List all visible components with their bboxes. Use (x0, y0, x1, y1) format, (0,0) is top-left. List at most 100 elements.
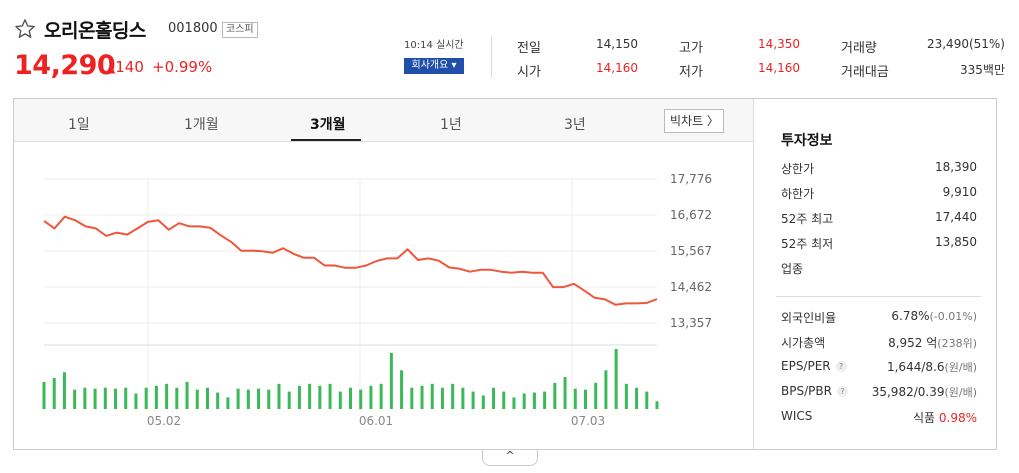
y-tick-label: 17,776 (670, 172, 712, 186)
volume-bar (471, 391, 475, 409)
y-tick-label: 14,462 (670, 280, 712, 294)
active-tab-underline (291, 139, 361, 141)
low-label: 저가 (679, 65, 703, 80)
volume-bar (103, 387, 107, 409)
volume-bar (154, 385, 158, 409)
investment-info: 투자정보 상한가 18,390 하한가 9,910 52주 최고 17,440 … (753, 99, 996, 449)
upper-limit-label: 상한가 (781, 162, 815, 176)
volume-bar (42, 381, 46, 409)
foreign-ratio: 6.78% (891, 309, 930, 323)
trade-amount-value: 335백만 (960, 63, 1005, 77)
volume-bar (52, 378, 56, 409)
wics-sector: 식품 (912, 411, 936, 425)
volume-bar (594, 382, 598, 409)
stock-header: 오리온홀딩스 001800 코스피 14,290 ▲140 +0.99% 10:… (0, 0, 1019, 95)
volume-bar (440, 387, 444, 409)
volume-bar (573, 388, 577, 409)
y-tick-label: 13,357 (670, 316, 712, 330)
bps-pbr: 35,982/0.39 (871, 385, 945, 399)
volume-bar (645, 391, 649, 409)
volume-bar (389, 352, 393, 409)
prev-close-label: 전일 (517, 41, 541, 56)
volume-bar (430, 383, 434, 409)
help-icon[interactable]: ? (835, 361, 847, 372)
high-value: 14,350 (758, 37, 800, 51)
volume-bar (267, 389, 271, 409)
volume-bar (277, 383, 281, 409)
price-line (43, 215, 658, 306)
high-label: 고가 (679, 41, 703, 56)
lower-limit-label: 하한가 (781, 187, 815, 201)
collapse-button[interactable]: ^ (482, 450, 538, 466)
company-overview-button[interactable]: 회사개요 ▾ (404, 58, 464, 74)
volume-bar (410, 387, 414, 409)
volume-bar (624, 383, 628, 409)
volume-bar (62, 372, 66, 409)
realtime-label: 10:14 실시간 (404, 40, 464, 51)
bps-pbr-unit: (원/배) (944, 386, 977, 399)
volume-bar (655, 401, 659, 409)
tab-1m[interactable]: 1개월 (184, 114, 219, 134)
volume-bar (134, 393, 138, 409)
open-value: 14,160 (596, 61, 638, 75)
current-price: 14,290 (14, 50, 116, 81)
market-badge: 코스피 (222, 22, 258, 38)
y-tick-label: 15,567 (670, 244, 712, 258)
volume-bar (165, 383, 169, 409)
volume-bar (522, 393, 526, 409)
period-tabs: 1일 1개월 3개월 1년 3년 빅차트 〉 (14, 99, 753, 142)
eps-per: 1,644/8.6 (886, 360, 945, 374)
trade-amount-label: 거래대금 (841, 65, 889, 80)
volume-bar (205, 387, 209, 409)
eps-per-text: EPS/PER (781, 359, 831, 373)
volume-bar (124, 387, 128, 409)
tab-1y[interactable]: 1년 (440, 114, 462, 134)
bps-pbr-label: BPS/PBR? (781, 384, 848, 398)
volume-bar (420, 385, 424, 409)
volume-bar (604, 370, 608, 409)
volume-bar (195, 389, 199, 409)
volume-bar (246, 389, 250, 409)
volume-bar (543, 391, 547, 409)
volume-bar (359, 389, 363, 409)
volume-bar (328, 383, 332, 409)
volume-bar (175, 387, 179, 409)
upper-limit-value: 18,390 (935, 160, 977, 174)
volume-bar (512, 397, 516, 409)
volume-bar (400, 370, 404, 409)
market-cap-label: 시가총액 (781, 336, 826, 350)
low-52w-label: 52주 최저 (781, 237, 834, 251)
volume-bar (481, 395, 485, 409)
market-cap: 8,952 억 (888, 336, 938, 350)
tab-3m[interactable]: 3개월 (310, 114, 346, 134)
wics-label: WICS (781, 409, 813, 423)
volume-bar (379, 383, 383, 409)
volume-label: 거래량 (841, 41, 877, 56)
x-tick-label: 07.03 (571, 414, 605, 428)
stock-name: 오리온홀딩스 (44, 20, 146, 42)
volume-bar (144, 387, 148, 409)
chart-panel: 1일 1개월 3개월 1년 3년 빅차트 〉 17,776 16,672 15,56… (13, 98, 997, 450)
x-tick-label: 06.01 (359, 414, 393, 428)
volume-bar (185, 381, 189, 409)
volume-bar (287, 391, 291, 409)
foreign-ratio-change: (-0.01%) (929, 310, 978, 323)
star-icon[interactable] (14, 18, 36, 40)
price-chart: 17,776 16,672 15,567 14,462 13,357 05.02 06.01… (42, 172, 712, 428)
volume-bar (583, 389, 587, 409)
tab-1d[interactable]: 1일 (68, 114, 90, 134)
market-cap-rank: (238위) (937, 337, 977, 350)
big-chart-button[interactable]: 빅차트 〉 (664, 109, 724, 133)
help-icon[interactable]: ? (836, 386, 848, 397)
wics-change: 0.98% (938, 411, 977, 425)
tab-3y[interactable]: 3년 (564, 114, 586, 134)
volume-bar (461, 387, 465, 409)
lower-limit-value: 9,910 (942, 185, 977, 199)
high-52w-value: 17,440 (935, 210, 977, 224)
price-change-value: 140 (115, 58, 144, 76)
price-change: ▲140 (106, 58, 144, 76)
volume-bar (83, 387, 87, 409)
volume-bar (257, 388, 261, 409)
low-52w-value: 13,850 (935, 235, 977, 249)
volume-bar (563, 377, 567, 409)
